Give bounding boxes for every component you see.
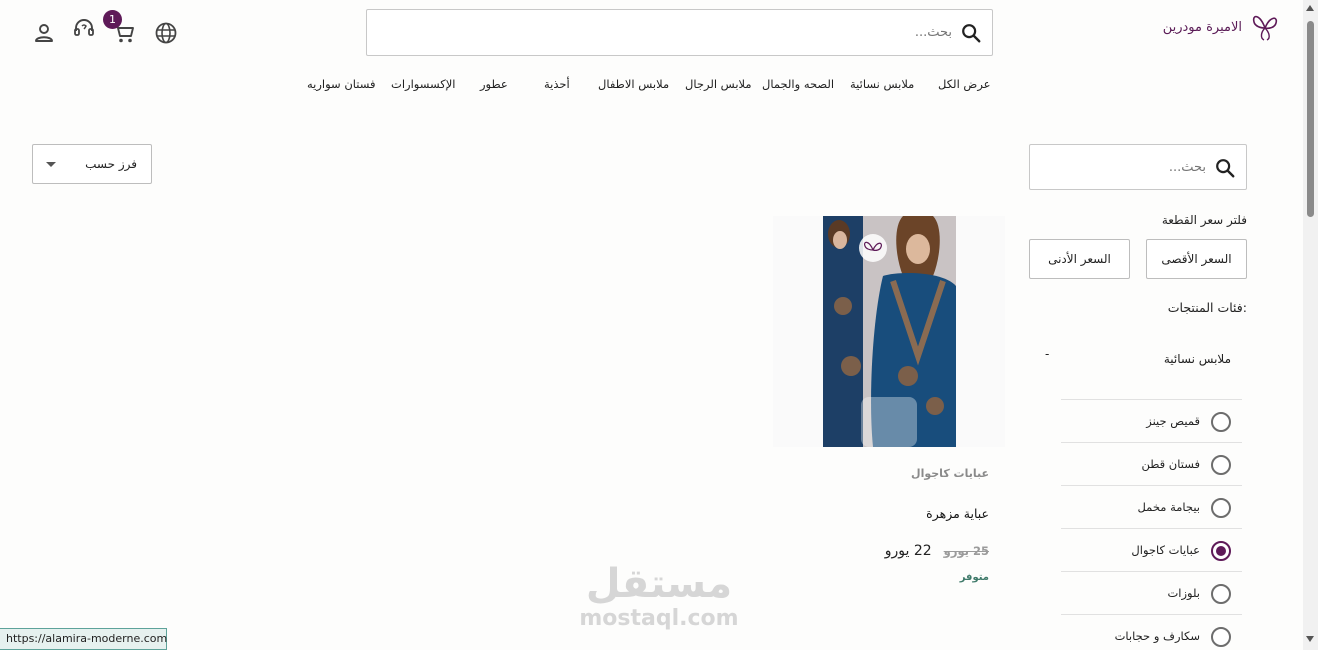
sidebar-search[interactable] xyxy=(1029,144,1247,190)
nav-item-shoes[interactable]: أحذية xyxy=(544,77,570,95)
scrollbar-thumb[interactable] xyxy=(1307,21,1314,217)
category-radio[interactable] xyxy=(1211,498,1231,518)
product-image[interactable] xyxy=(823,216,956,447)
old-price: 25 يورو xyxy=(943,544,989,558)
nav-item-health-beauty[interactable]: الصحه والجمال xyxy=(762,77,834,95)
header-search-input[interactable] xyxy=(392,10,952,55)
scroll-down-arrow-icon[interactable] xyxy=(1306,636,1314,642)
availability-status: متوفر xyxy=(959,572,989,583)
nav-item-men[interactable]: ملابس الرجال xyxy=(685,77,752,95)
nav-item-evening-dress[interactable]: فستان سواريه xyxy=(307,77,376,95)
category-item[interactable]: فستان قطن xyxy=(1061,442,1242,485)
category-radio-selected[interactable] xyxy=(1211,541,1231,561)
nav-item-kids[interactable]: ملابس الاطفال xyxy=(598,77,669,95)
category-item[interactable]: سكارف و حجابات xyxy=(1061,614,1242,650)
page: الاميرة مودرين 1 عر xyxy=(0,0,1318,650)
nav-item-accessories[interactable]: الإكسسوارات xyxy=(391,77,455,95)
globe-icon[interactable] xyxy=(154,21,178,45)
current-price: 22 يورو xyxy=(884,543,932,559)
category-label: بلوزات xyxy=(1167,586,1200,600)
brand-name[interactable]: الاميرة مودرين xyxy=(1163,20,1242,35)
product-price: 25 يورو 22 يورو xyxy=(885,543,989,559)
header-search[interactable] xyxy=(366,9,993,56)
categories-title: فئات المنتجات: xyxy=(1167,300,1247,315)
category-label: عبايات كاجوال xyxy=(1131,543,1200,557)
search-icon[interactable] xyxy=(960,22,982,44)
product-category[interactable]: عبايات كاجوال xyxy=(911,467,989,480)
min-price-button[interactable]: السعر الأدنى xyxy=(1029,239,1130,279)
account-icon[interactable] xyxy=(32,21,56,45)
product-name[interactable]: عباية مزهرة xyxy=(926,506,989,521)
page-scrollbar[interactable] xyxy=(1303,0,1318,650)
category-radio[interactable] xyxy=(1211,455,1231,475)
category-radio[interactable] xyxy=(1211,412,1231,432)
category-list: قميص جينز فستان قطن بيجامة مخمل عبايات ك… xyxy=(1061,399,1242,650)
category-label: سكارف و حجابات xyxy=(1114,629,1200,643)
sort-label: فرز حسب xyxy=(85,157,137,171)
parent-category-women[interactable]: ملابس نسائية xyxy=(1164,352,1231,366)
search-icon[interactable] xyxy=(1214,157,1236,179)
watermark-latin: mostaql.com xyxy=(579,606,739,631)
price-filter-title: فلتر سعر القطعة xyxy=(1161,213,1247,227)
category-radio[interactable] xyxy=(1211,627,1231,647)
category-radio[interactable] xyxy=(1211,584,1231,604)
nav-item-perfumes[interactable]: عطور xyxy=(480,77,508,95)
status-bar-url: https://alamira-moderne.com xyxy=(0,628,167,650)
category-label: فستان قطن xyxy=(1141,457,1200,471)
sort-dropdown[interactable]: فرز حسب xyxy=(32,144,152,184)
support-headset-icon[interactable] xyxy=(72,17,96,41)
collapse-toggle[interactable]: - xyxy=(1045,347,1049,361)
sidebar-search-input[interactable] xyxy=(1046,145,1206,189)
dropdown-caret-icon xyxy=(46,162,56,167)
watermark-arabic: مستقل xyxy=(585,561,733,607)
nav-item-women[interactable]: ملابس نسائية xyxy=(850,77,914,95)
category-item[interactable]: قميص جينز xyxy=(1061,399,1242,442)
max-price-button[interactable]: السعر الأقصى xyxy=(1146,239,1247,279)
product-image-container[interactable] xyxy=(773,216,1005,447)
category-item[interactable]: عبايات كاجوال xyxy=(1061,528,1242,571)
category-item[interactable]: بلوزات xyxy=(1061,571,1242,614)
category-label: بيجامة مخمل xyxy=(1137,500,1200,514)
category-item[interactable]: بيجامة مخمل xyxy=(1061,485,1242,528)
watermark: مستقل mostaql.com xyxy=(578,560,740,630)
nav-item-all[interactable]: عرض الكل xyxy=(938,77,991,95)
scroll-up-arrow-icon[interactable] xyxy=(1306,5,1314,11)
category-label: قميص جينز xyxy=(1146,414,1200,428)
butterfly-logo-icon[interactable] xyxy=(1250,10,1280,44)
brand[interactable]: الاميرة مودرين xyxy=(1163,10,1280,44)
cart-count-badge: 1 xyxy=(103,10,122,29)
